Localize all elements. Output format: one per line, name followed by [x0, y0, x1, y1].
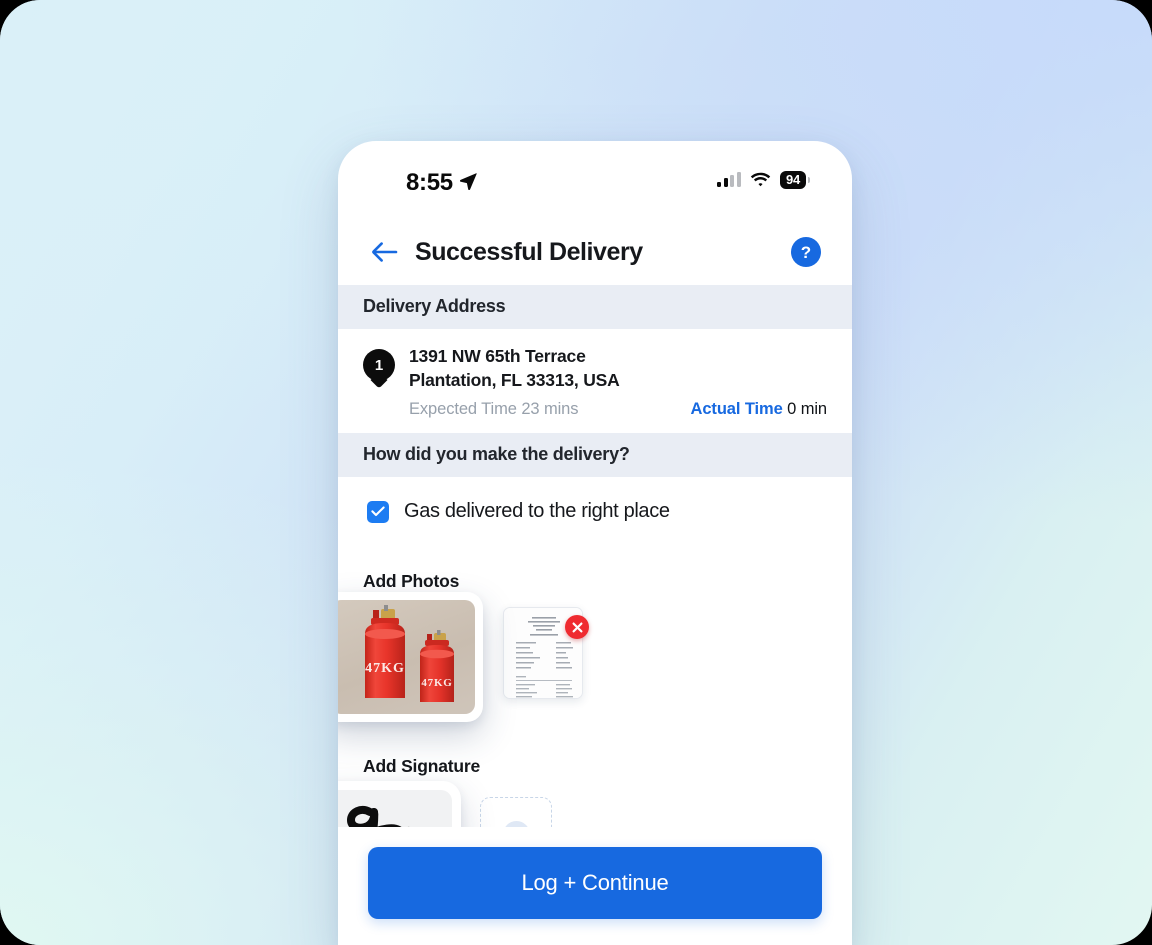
delete-photo-button[interactable] [565, 615, 589, 640]
location-arrow-icon [459, 173, 477, 191]
navigation-bar: Successful Delivery ? [338, 219, 852, 285]
address-line-2: Plantation, FL 33313, USA [409, 369, 620, 390]
actual-time: Actual Time 0 min [690, 400, 828, 419]
cellular-signal-icon [717, 172, 741, 188]
actual-time-label: Actual Time [690, 400, 783, 419]
battery-level-label: 94 [779, 171, 806, 189]
add-signature-label: Add Signature [363, 756, 480, 777]
wallpaper-canvas: 8:55 94 Successful Delivery ? Delivery A… [0, 0, 1152, 945]
status-bar: 8:55 94 [338, 141, 852, 219]
question-mark-icon: ? [800, 242, 812, 262]
delivery-times-row: Expected Time 23 mins Actual Time 0 min [338, 392, 852, 433]
actual-time-value: 0 min [787, 400, 827, 419]
stop-marker-pin: 1 [363, 349, 395, 389]
delivery-address-row: 1 1391 NW 65th Terrace Plantation, FL 33… [338, 329, 852, 392]
checkmark-icon [371, 506, 385, 517]
add-photos-label: Add Photos [363, 571, 460, 592]
gas-cylinders-graphic: 47KG 47KG [365, 605, 454, 703]
delivery-method-section-header: How did you make the delivery? [338, 433, 852, 478]
page-title: Successful Delivery [415, 237, 643, 266]
back-button[interactable] [368, 235, 402, 269]
battery-indicator: 94 [779, 171, 810, 189]
svg-text:47KG: 47KG [365, 661, 405, 676]
delivery-address-section-header: Delivery Address [338, 285, 852, 329]
arrow-left-icon [372, 242, 398, 262]
phone-mockup: 8:55 94 Successful Delivery ? Delivery A… [338, 141, 852, 945]
delivery-confirm-label: Gas delivered to the right place [404, 500, 670, 523]
svg-text:47KG: 47KG [421, 677, 452, 689]
gas-cylinders-photo: 47KG 47KG [338, 600, 475, 715]
expected-time-label: Expected Time 23 mins [409, 400, 579, 419]
wifi-icon [750, 172, 771, 187]
photos-row: 47KG 47KG [338, 592, 827, 724]
delivery-confirm-checkbox[interactable] [367, 500, 389, 523]
battery-nub [807, 176, 810, 183]
log-continue-button[interactable]: Log + Continue [368, 847, 822, 919]
gas-cylinders-photo-card[interactable]: 47KG 47KG [338, 592, 483, 723]
help-button[interactable]: ? [791, 237, 821, 267]
address-line-1: 1391 NW 65th Terrace [409, 346, 586, 366]
status-bar-time: 8:55 [406, 169, 453, 196]
address-text: 1391 NW 65th Terrace Plantation, FL 3331… [409, 345, 620, 392]
footer-bar: Log + Continue [338, 827, 852, 945]
close-x-icon [572, 622, 582, 633]
status-bar-indicators: 94 [717, 171, 810, 189]
delivery-confirm-checkbox-row[interactable]: Gas delivered to the right place [363, 477, 827, 523]
